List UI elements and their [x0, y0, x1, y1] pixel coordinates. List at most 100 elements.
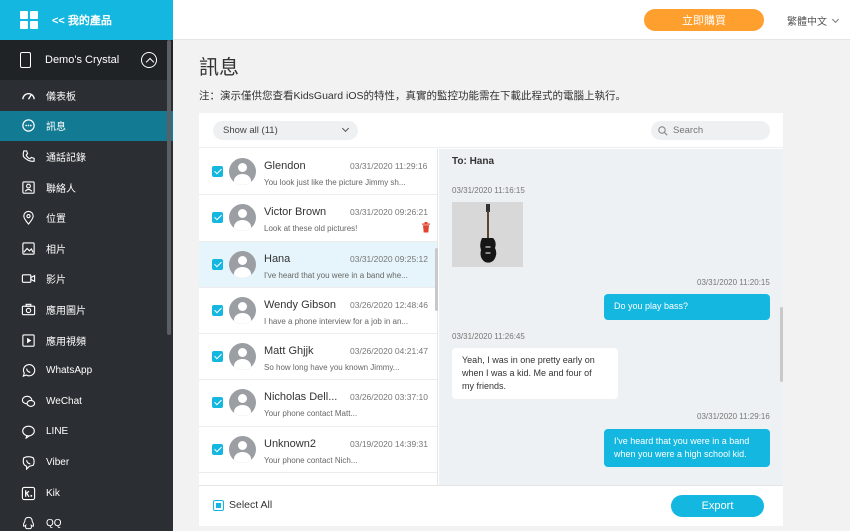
select-all-checkbox[interactable]: Select All — [213, 499, 272, 511]
message-image[interactable] — [452, 202, 523, 267]
device-selector[interactable]: Demo's Crystal — [0, 40, 173, 80]
message-icon — [20, 118, 36, 134]
sidebar-item-label: Viber — [46, 456, 70, 468]
message-snippet: Your phone contact Matt... — [264, 409, 358, 419]
message-date: 03/26/2020 12:48:46 — [350, 299, 428, 310]
viber-icon — [20, 454, 36, 470]
sidebar-item-label: 聯絡人 — [46, 183, 76, 195]
message-text: Do you play bass? — [614, 301, 689, 311]
message-date: 03/26/2020 04:21:47 — [350, 346, 428, 357]
sidebar-item-label: 應用視頻 — [46, 336, 86, 348]
sidebar-item-label: WeChat — [46, 395, 82, 407]
back-to-products-link[interactable]: << 我的產品 — [52, 12, 112, 28]
message-bubble-incoming[interactable]: Yeah, I was in one pretty early on when … — [452, 348, 618, 399]
sidebar-item-whatsapp[interactable]: WhatsApp — [0, 355, 173, 386]
row-checkbox[interactable] — [212, 443, 223, 455]
search-input[interactable] — [673, 125, 758, 136]
trash-icon[interactable] — [421, 222, 431, 233]
search-box[interactable] — [651, 121, 770, 140]
message-snippet: Look at these old pictures! — [264, 224, 358, 234]
sidebar-item-label: 通話記錄 — [46, 152, 86, 164]
message-timestamp: 03/31/2020 11:16:15 — [452, 186, 525, 195]
chevron-up-icon[interactable] — [141, 52, 157, 68]
sidebar-item-label: 位置 — [46, 214, 66, 226]
sidebar-item-line[interactable]: LINE — [0, 417, 173, 448]
sidebar-item-play[interactable]: 應用視頻 — [0, 325, 173, 356]
row-checkbox[interactable] — [212, 212, 223, 224]
photo-icon — [20, 240, 36, 256]
contact-name: Wendy Gibson — [264, 298, 336, 311]
language-label: 繁體中文 — [787, 17, 827, 28]
conversation-list: Glendon 03/31/2020 11:29:16 You look just … — [199, 149, 438, 485]
message-text-line: when I was a kid. Me and four of — [462, 368, 592, 378]
message-bubble-outgoing[interactable]: Do you play bass? — [604, 294, 770, 320]
sidebar-item-location[interactable]: 位置 — [0, 202, 173, 233]
chat-recipient: To: Hana — [452, 156, 495, 167]
bass-guitar-icon — [480, 204, 497, 263]
page-title: 訊息 — [199, 57, 239, 79]
conversation-row[interactable]: Matt Ghjjk 03/26/2020 04:21:47 So how long… — [199, 334, 437, 381]
app-grid-icon[interactable] — [20, 11, 38, 29]
avatar — [229, 250, 256, 278]
row-checkbox[interactable] — [212, 304, 223, 316]
sidebar-item-label: 儀表板 — [46, 91, 76, 103]
row-checkbox[interactable] — [212, 166, 223, 177]
chevron-down-icon — [831, 15, 840, 23]
sidebar-item-photo[interactable]: 相片 — [0, 233, 173, 264]
sidebar-item-video[interactable]: 影片 — [0, 264, 173, 295]
message-text-line: I've heard that you were in a band — [614, 436, 750, 446]
contact-name: Matt Ghjjk — [264, 345, 314, 358]
row-checkbox[interactable] — [212, 397, 223, 409]
avatar — [229, 389, 256, 417]
sidebar-item-contacts[interactable]: 聯絡人 — [0, 172, 173, 203]
message-date: 03/19/2020 14:39:31 — [350, 438, 428, 449]
row-checkbox[interactable] — [212, 258, 223, 270]
sidebar-item-qq[interactable]: QQ — [0, 508, 173, 531]
sidebar-item-label: QQ — [46, 518, 62, 530]
contact-name: Hana — [264, 252, 291, 265]
sidebar-item-wechat[interactable]: WeChat — [0, 386, 173, 417]
chat-scrollbar[interactable] — [780, 307, 783, 382]
checkbox-icon — [213, 499, 224, 511]
conversation-row[interactable]: Unknown2 03/19/2020 14:39:31 Your phone co… — [199, 427, 437, 474]
message-timestamp: 03/31/2020 11:20:15 — [697, 278, 770, 287]
export-button[interactable]: Export — [671, 495, 764, 517]
contacts-icon — [20, 179, 36, 195]
row-checkbox[interactable] — [212, 351, 223, 363]
sidebar-item-dashboard[interactable]: 儀表板 — [0, 80, 173, 111]
sidebar-scrollbar[interactable] — [167, 40, 171, 335]
sidebar-header: << 我的產品 — [0, 0, 173, 40]
sidebar-item-kik[interactable]: Kik — [0, 478, 173, 509]
message-text-line: my friends. — [462, 381, 507, 391]
avatar — [229, 204, 256, 232]
message-snippet: I have a phone interview for a job in an… — [264, 316, 409, 326]
conversation-row[interactable]: Victor Brown 03/31/2020 09:26:21 Look at t… — [199, 195, 437, 242]
sidebar-item-message[interactable]: 訊息 — [0, 110, 173, 142]
conversation-row[interactable]: Hana 03/31/2020 09:25:12 I've heard that y… — [199, 241, 437, 288]
sidebar-item-viber[interactable]: Viber — [0, 447, 173, 478]
sidebar-item-label: WhatsApp — [46, 365, 93, 377]
conversation-row[interactable]: Wendy Gibson 03/26/2020 12:48:46 I have a … — [199, 288, 437, 335]
conversation-row[interactable]: Nicholas Dell... 03/26/2020 03:37:10 Your … — [199, 380, 437, 427]
language-selector[interactable]: 繁體中文 — [787, 13, 840, 28]
message-timestamp: 03/31/2020 11:29:16 — [697, 412, 770, 421]
camera-icon — [20, 301, 36, 317]
contact-name: Glendon — [264, 160, 306, 172]
device-name: Demo's Crystal — [45, 54, 120, 66]
message-text-line: Yeah, I was in one pretty early on — [462, 355, 595, 365]
message-date: 03/31/2020 11:29:16 — [350, 161, 428, 171]
phone-icon — [20, 148, 36, 164]
buy-now-button[interactable]: 立即購買 — [644, 9, 764, 31]
message-bubble-outgoing[interactable]: I've heard that you were in a band when … — [604, 429, 770, 467]
sidebar-item-phone[interactable]: 通話記錄 — [0, 141, 173, 172]
sidebar-item-camera[interactable]: 應用圖片 — [0, 294, 173, 325]
message-snippet: I've heard that you were in a band whe..… — [264, 270, 408, 280]
conversation-row[interactable]: Glendon 03/31/2020 11:29:16 You look just … — [199, 149, 437, 196]
conversation-list-scrollbar[interactable] — [435, 248, 438, 311]
sidebar-nav: 儀表板訊息通話記錄聯絡人位置相片 影片 應用圖片應用視頻 WhatsApp WeChat… — [0, 80, 173, 531]
sidebar-item-label: Kik — [46, 487, 60, 499]
message-date: 03/26/2020 03:37:10 — [350, 392, 428, 403]
show-filter-dropdown[interactable]: Show all (11) — [213, 121, 358, 140]
whatsapp-icon — [20, 363, 36, 379]
play-icon — [20, 332, 36, 348]
